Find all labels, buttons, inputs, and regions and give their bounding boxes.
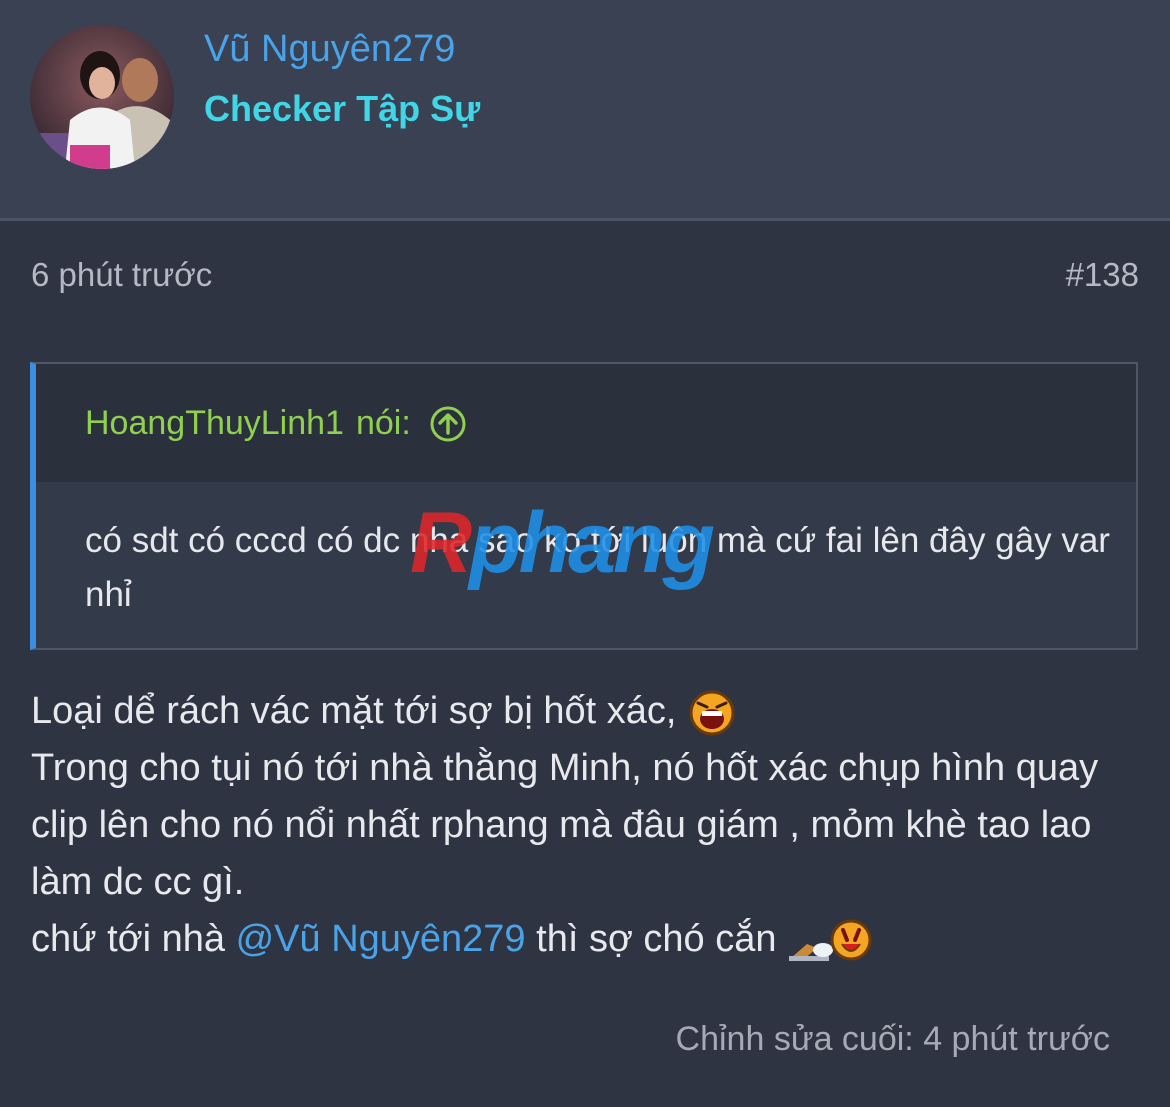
quote-author-name[interactable]: HoangThuyLinh1	[85, 404, 344, 443]
user-header: Vũ Nguyên279 Checker Tập Sự	[0, 0, 1170, 221]
laughing-emoji-icon	[689, 690, 735, 736]
watermark-logo: Rphang	[410, 495, 715, 591]
post-number[interactable]: #138	[1066, 256, 1139, 294]
quote-said-label: nói:	[355, 404, 411, 442]
post-line: Loại dể rách vác mặt tới sợ bị hốt xác,	[31, 683, 1141, 740]
post-line: Trong cho tụi nó tới nhà thằng Minh, nó …	[31, 747, 1099, 903]
post-timestamp[interactable]: 6 phút trước	[31, 256, 212, 294]
avatar[interactable]	[30, 25, 174, 169]
quote-author-line[interactable]: HoangThuyLinh1 nói:	[85, 404, 467, 443]
quote-header: HoangThuyLinh1 nói:	[36, 364, 1136, 482]
dog-bite-emoji-icon	[789, 919, 872, 961]
user-title: Checker Tập Sự	[204, 88, 481, 129]
post-content: Loại dể rách vác mặt tới sợ bị hốt xác, …	[31, 683, 1141, 968]
last-edited: Chỉnh sửa cuối: 4 phút trước	[675, 1020, 1110, 1058]
arrow-up-circle-icon[interactable]	[429, 405, 467, 443]
post-line: chứ tới nhà @Vũ Nguyên279 thì sợ chó cắn	[31, 911, 1141, 968]
username[interactable]: Vũ Nguyên279	[204, 28, 455, 71]
user-mention[interactable]: @Vũ Nguyên279	[236, 918, 526, 960]
